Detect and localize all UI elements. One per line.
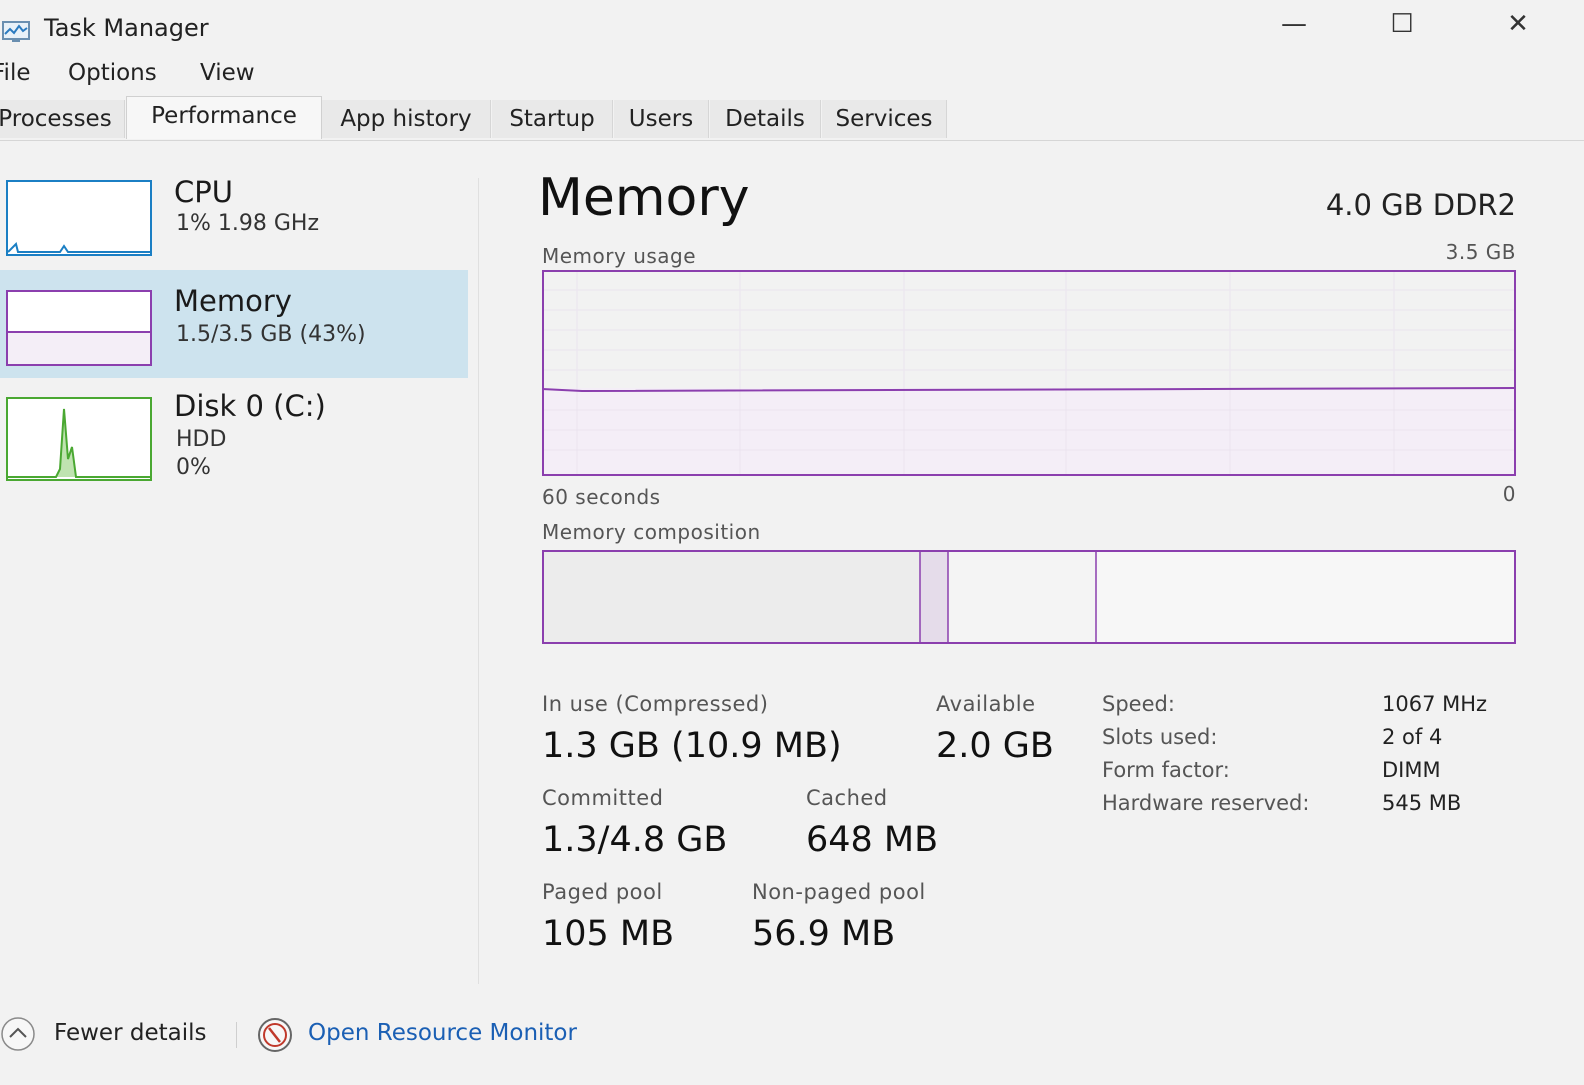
close-button[interactable]: ✕	[1488, 6, 1548, 42]
cpu-usage: 1% 1.98 GHz	[176, 211, 320, 236]
tab-startup[interactable]: Startup	[492, 100, 613, 138]
in-use-value: 1.3 GB (10.9 MB)	[542, 726, 842, 766]
tab-users[interactable]: Users	[614, 100, 709, 138]
usage-graph-label: Memory usage	[542, 244, 697, 268]
footer-bar: Fewer details Open Resource Monitor	[0, 1008, 1584, 1064]
form-factor-label: Form factor:	[1102, 758, 1230, 782]
resource-monitor-icon[interactable]	[256, 1016, 294, 1054]
tab-services[interactable]: Services	[822, 100, 947, 138]
cpu-title: CPU	[174, 175, 233, 209]
in-use-label: In use (Compressed)	[542, 692, 769, 716]
speed-label: Speed:	[1102, 692, 1175, 716]
disk-title: Disk 0 (C:)	[174, 389, 326, 423]
tab-bar: Processes Performance App history Startu…	[0, 96, 1584, 140]
usage-time-label: 60 seconds	[542, 485, 661, 509]
menu-view[interactable]: View	[200, 60, 255, 86]
cpu-thumbnail-graph	[6, 180, 152, 256]
sidebar-item-cpu[interactable]: CPU 1% 1.98 GHz	[0, 165, 468, 273]
composition-label: Memory composition	[542, 520, 761, 544]
disk-usage: 0%	[176, 455, 211, 480]
paged-pool-value: 105 MB	[542, 914, 675, 954]
tab-divider	[0, 140, 1584, 141]
window-title: Task Manager	[44, 14, 209, 42]
speed-value: 1067 MHz	[1382, 692, 1488, 716]
memory-spec: 4.0 GB DDR2	[1325, 188, 1516, 222]
cached-value: 648 MB	[806, 820, 939, 860]
committed-value: 1.3/4.8 GB	[542, 820, 728, 860]
tab-performance[interactable]: Performance	[126, 96, 322, 139]
disk-thumbnail-graph	[6, 397, 152, 481]
sidebar-divider	[478, 178, 479, 984]
paged-pool-label: Paged pool	[542, 880, 663, 904]
memory-usage: 1.5/3.5 GB (43%)	[176, 322, 366, 347]
memory-thumbnail-graph	[6, 290, 152, 366]
sidebar-item-memory[interactable]: Memory 1.5/3.5 GB (43%)	[0, 270, 468, 378]
memory-composition-bar	[542, 550, 1516, 644]
committed-label: Committed	[542, 786, 664, 810]
sidebar-item-disk[interactable]: Disk 0 (C:) HDD 0%	[0, 385, 468, 493]
hardware-reserved-label: Hardware reserved:	[1102, 791, 1310, 815]
memory-usage-graph	[541, 270, 1517, 476]
slots-value: 2 of 4	[1382, 725, 1443, 749]
disk-type: HDD	[176, 427, 227, 452]
available-label: Available	[936, 692, 1036, 716]
minimize-button[interactable]: —	[1264, 6, 1324, 42]
tab-details[interactable]: Details	[710, 100, 821, 138]
tab-app-history[interactable]: App history	[322, 100, 491, 138]
available-value: 2.0 GB	[936, 726, 1054, 766]
cached-label: Cached	[806, 786, 888, 810]
fewer-details-button[interactable]: Fewer details	[54, 1020, 206, 1046]
open-resource-monitor-link[interactable]: Open Resource Monitor	[308, 1020, 577, 1046]
slots-label: Slots used:	[1102, 725, 1218, 749]
form-factor-value: DIMM	[1382, 758, 1441, 782]
menu-options[interactable]: Options	[68, 60, 157, 86]
page-title: Memory	[538, 168, 750, 228]
menu-bar: File Options View	[0, 58, 600, 94]
nonpaged-pool-value: 56.9 MB	[752, 914, 896, 954]
hardware-reserved-value: 545 MB	[1382, 791, 1462, 815]
usage-graph-max: 3.5 GB	[1445, 240, 1516, 264]
resource-list: CPU 1% 1.98 GHz Memory 1.5/3.5 GB (43%) …	[0, 165, 470, 495]
task-manager-icon	[2, 20, 32, 44]
nonpaged-pool-label: Non-paged pool	[752, 880, 926, 904]
chevron-up-icon[interactable]	[0, 1016, 36, 1052]
menu-file[interactable]: File	[0, 60, 31, 86]
tab-processes[interactable]: Processes	[0, 100, 125, 138]
title-bar: Task Manager — ☐ ✕	[0, 0, 1584, 58]
footer-divider	[236, 1022, 237, 1048]
usage-graph-min: 0	[1502, 482, 1516, 506]
memory-title: Memory	[174, 284, 292, 318]
maximize-button[interactable]: ☐	[1372, 6, 1432, 42]
